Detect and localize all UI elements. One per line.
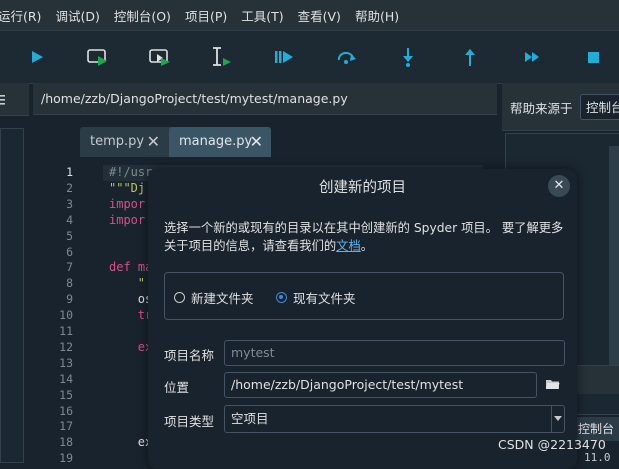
run-selection-icon[interactable]: [209, 45, 235, 69]
location-field[interactable]: /home/zzb/DjangoProject/test/mytest: [224, 372, 537, 398]
menu-tools[interactable]: 工具(T): [241, 6, 283, 25]
step-into-icon[interactable]: [395, 45, 421, 69]
line-number: 4: [66, 212, 73, 227]
toolbar: [0, 30, 619, 84]
line-number: 15: [59, 387, 73, 402]
folder-icon[interactable]: [546, 379, 560, 390]
radio-new-folder-dot[interactable]: [174, 292, 185, 303]
debug-icon[interactable]: [271, 45, 297, 69]
radio-existing-folder[interactable]: 现有文件夹: [276, 288, 356, 307]
line-number: 10: [59, 308, 73, 323]
line-number-gutter: 1 2 3 4 5 6 7 8 9 10 11 12 13 14 15 16 17 18 19: [33, 157, 81, 465]
line-number: 16: [59, 403, 73, 418]
run-icon[interactable]: [24, 45, 50, 69]
left-pane: [0, 83, 29, 463]
code-line: def ma: [109, 260, 153, 275]
description-end: 。: [360, 239, 374, 253]
chevron-down-icon[interactable]: [551, 406, 564, 432]
line-number: 19: [59, 451, 73, 466]
menu-run[interactable]: 运行(R): [0, 6, 41, 25]
menu-projects[interactable]: 项目(P): [185, 6, 227, 25]
code-line: impor: [109, 196, 146, 211]
tab-label: temp.py: [90, 134, 145, 149]
close-icon[interactable]: ✕: [548, 175, 570, 197]
line-number: 17: [59, 419, 73, 434]
project-name-field[interactable]: mytest: [224, 340, 565, 366]
docs-link[interactable]: 文档: [336, 239, 361, 253]
help-source-select[interactable]: 控制台: [580, 94, 619, 120]
menu-console[interactable]: 控制台(O): [114, 6, 171, 25]
line-number: 1: [66, 165, 73, 179]
console-output: 11.0: [584, 451, 611, 464]
code-line: ": [137, 276, 146, 291]
run-cell-icon[interactable]: [85, 45, 111, 69]
close-tab-icon[interactable]: ✕: [250, 127, 263, 157]
file-path: /home/zzb/DjangoProject/test/mytest/mana…: [33, 83, 497, 115]
help-source-label: 帮助来源于: [510, 101, 573, 116]
dialog-description: 选择一个新的或现有的目录以在其中创建新的 Spyder 项目。 要了解更多关于项…: [164, 219, 564, 255]
project-type-value: 空项目: [231, 411, 269, 426]
line-number: 8: [66, 276, 73, 291]
location-label: 位置: [164, 380, 190, 395]
close-tab-icon[interactable]: ✕: [147, 127, 160, 157]
menu-help[interactable]: 帮助(H): [355, 6, 399, 25]
code-line: #!/usr: [109, 165, 153, 179]
code-line: """Dj: [109, 180, 146, 195]
left-pane-body: [0, 128, 24, 463]
stop-icon[interactable]: [580, 45, 606, 69]
editor-tabs: temp.py ✕ manage.py ✕: [33, 123, 497, 180]
line-number: 6: [66, 244, 73, 259]
line-number: 14: [59, 371, 73, 386]
code-line: impor: [109, 212, 146, 227]
line-number: 3: [66, 196, 73, 211]
create-project-dialog: 创建新的项目 ✕ 选择一个新的或现有的目录以在其中创建新的 Spyder 项目。…: [148, 169, 577, 469]
line-number: 5: [66, 228, 73, 243]
menu-debug[interactable]: 调试(D): [55, 6, 99, 25]
line-number: 13: [59, 355, 73, 370]
tab-label: manage.py: [179, 134, 253, 149]
folder-choice-group: 新建文件夹 现有文件夹: [164, 272, 564, 320]
project-type-select[interactable]: 空项目: [224, 405, 565, 433]
radio-new-folder-label: 新建文件夹: [191, 291, 254, 306]
line-number: 7: [66, 260, 73, 275]
continue-icon[interactable]: [520, 45, 546, 69]
line-number: 9: [66, 292, 73, 307]
line-number: 2: [66, 180, 73, 195]
radio-new-folder[interactable]: 新建文件夹: [174, 288, 254, 307]
line-number: 11: [59, 324, 73, 338]
dialog-title: 创建新的项目: [319, 180, 406, 196]
tab-manage-py[interactable]: manage.py ✕: [169, 127, 271, 157]
project-name-label: 项目名称: [164, 348, 215, 363]
help-pane-header: 帮助来源于 控制台: [502, 83, 619, 131]
project-type-label: 项目类型: [164, 414, 215, 429]
help-scrollbar[interactable]: [609, 146, 619, 391]
step-return-icon[interactable]: [457, 45, 483, 69]
left-pane-header: [0, 83, 29, 116]
menu-view[interactable]: 查看(V): [298, 6, 341, 25]
line-number: 12: [59, 339, 73, 354]
help-pane-footer: [572, 365, 619, 394]
step-over-icon[interactable]: [334, 45, 360, 69]
line-number: 18: [59, 435, 73, 450]
radio-existing-folder-dot[interactable]: [276, 292, 287, 303]
watermark: CSDN @2213470: [498, 437, 606, 452]
menu-bar: 运行(R) 调试(D) 控制台(O) 项目(P) 工具(T) 查看(V) 帮助(…: [0, 0, 619, 30]
radio-existing-folder-label: 现有文件夹: [293, 291, 356, 306]
run-cell-advance-icon[interactable]: [147, 45, 173, 69]
